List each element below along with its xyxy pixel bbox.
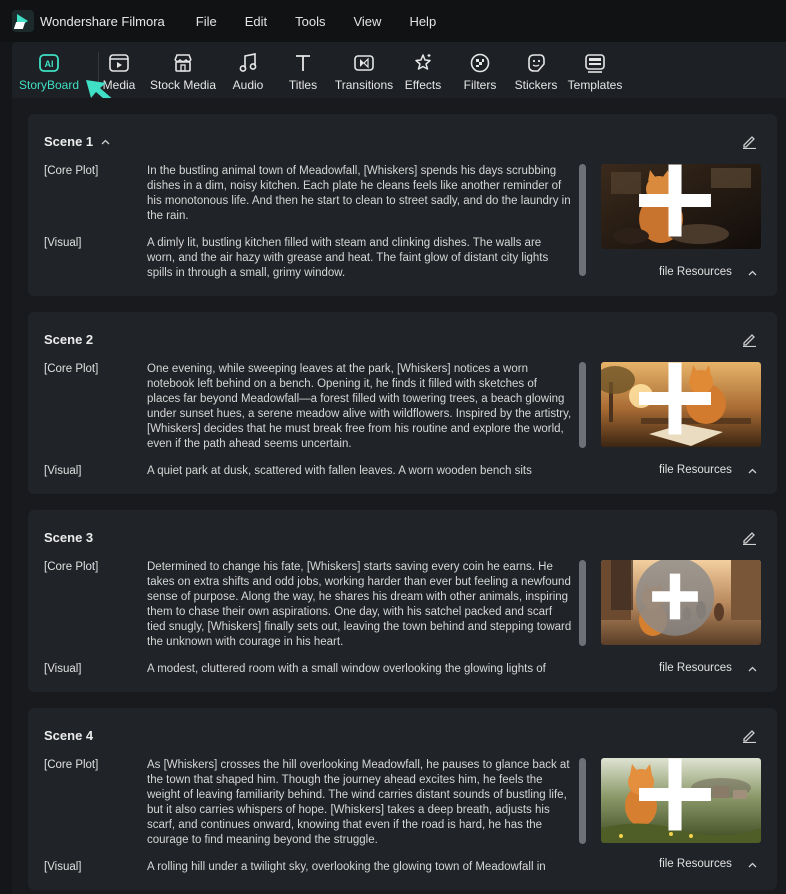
file-resources-label[interactable]: file Resources bbox=[659, 464, 732, 476]
menu-edit[interactable]: Edit bbox=[245, 14, 267, 29]
stock-media-icon bbox=[174, 54, 192, 72]
scene-thumbnail[interactable] bbox=[601, 758, 761, 843]
script-scrollbar[interactable] bbox=[579, 362, 586, 448]
add-media-plus-icon[interactable] bbox=[601, 362, 755, 441]
add-media-plus-icon[interactable] bbox=[601, 758, 755, 837]
scene-card-1: Scene 1 [Core Plot] In the bustling anim… bbox=[28, 114, 777, 296]
tab-stickers[interactable]: Stickers bbox=[514, 42, 558, 98]
scene-title[interactable]: Scene 3 bbox=[44, 530, 93, 545]
visual-row: [Visual] A modest, cluttered room with a… bbox=[44, 663, 546, 675]
transitions-icon bbox=[354, 55, 374, 71]
visual-row: [Visual] A rolling hill under a twilight… bbox=[44, 861, 546, 873]
scene-thumbnail[interactable] bbox=[601, 164, 761, 249]
tab-filters[interactable]: Filters bbox=[462, 42, 498, 98]
filmora-logo-icon bbox=[12, 10, 34, 32]
edit-pencil-icon[interactable] bbox=[742, 134, 757, 149]
core-plot-row: [Core Plot] In the bustling animal town … bbox=[44, 165, 571, 222]
titles-t-icon bbox=[296, 55, 310, 71]
storyboard-panel: Scene 1 [Core Plot] In the bustling anim… bbox=[12, 98, 786, 894]
tab-titles[interactable]: Titles bbox=[285, 42, 321, 98]
menu-bar: File Edit Tools View Help bbox=[196, 14, 464, 29]
filters-icon bbox=[470, 53, 490, 73]
tab-storyboard[interactable]: AI StoryBoard bbox=[18, 42, 80, 98]
scene-thumbnail[interactable] bbox=[601, 362, 761, 447]
edit-pencil-icon[interactable] bbox=[742, 530, 757, 545]
tab-templates[interactable]: Templates bbox=[567, 42, 623, 98]
script-scrollbar[interactable] bbox=[579, 164, 586, 276]
core-plot-row: [Core Plot] Determined to change his fat… bbox=[44, 561, 572, 648]
ai-storyboard-icon: AI bbox=[39, 54, 59, 72]
effects-icon bbox=[415, 54, 431, 70]
chevron-up-icon[interactable] bbox=[748, 862, 757, 868]
file-resources-label[interactable]: file Resources bbox=[659, 858, 732, 870]
core-plot-row: [Core Plot] One evening, while sweeping … bbox=[44, 363, 572, 450]
media-icon bbox=[109, 54, 129, 72]
file-resources-label[interactable]: file Resources bbox=[659, 266, 732, 278]
visual-row: [Visual] A dimly lit, bustling kitchen f… bbox=[44, 237, 549, 279]
add-media-plus-icon[interactable] bbox=[601, 560, 755, 639]
stickers-icon bbox=[528, 54, 545, 72]
chevron-up-icon[interactable] bbox=[748, 666, 757, 672]
scene-card-2: Scene 2 [Core Plot] One evening, while s… bbox=[28, 312, 777, 494]
menu-view[interactable]: View bbox=[353, 14, 381, 29]
scene-script[interactable]: [Core Plot] In the bustling animal town … bbox=[44, 164, 574, 282]
svg-text:AI: AI bbox=[45, 59, 54, 69]
tab-audio[interactable]: Audio bbox=[229, 42, 267, 98]
chevron-up-icon[interactable] bbox=[101, 139, 110, 145]
chevron-up-icon[interactable] bbox=[748, 270, 757, 276]
add-media-plus-icon[interactable] bbox=[601, 164, 755, 243]
audio-note-icon bbox=[239, 53, 257, 72]
core-plot-row: [Core Plot] As [Whiskers] crosses the hi… bbox=[44, 759, 570, 846]
tab-effects[interactable]: Effects bbox=[403, 42, 443, 98]
scene-title[interactable]: Scene 2 bbox=[44, 332, 93, 347]
script-scrollbar[interactable] bbox=[579, 758, 586, 844]
templates-icon bbox=[585, 54, 605, 73]
menu-help[interactable]: Help bbox=[409, 14, 436, 29]
scene-script[interactable]: [Core Plot] As [Whiskers] crosses the hi… bbox=[44, 758, 574, 876]
visual-row: [Visual] A quiet park at dusk, scattered… bbox=[44, 465, 532, 477]
menu-file[interactable]: File bbox=[196, 14, 217, 29]
scene-card-4: Scene 4 [Core Plot] As [Whiskers] crosse… bbox=[28, 708, 777, 890]
script-scrollbar[interactable] bbox=[579, 560, 586, 646]
scene-script[interactable]: [Core Plot] Determined to change his fat… bbox=[44, 560, 574, 678]
file-resources-label[interactable]: file Resources bbox=[659, 662, 732, 674]
scene-script[interactable]: [Core Plot] One evening, while sweeping … bbox=[44, 362, 574, 480]
chevron-up-icon[interactable] bbox=[748, 468, 757, 474]
scene-title[interactable]: Scene 1 bbox=[44, 134, 110, 149]
scene-card-3: Scene 3 [Core Plot] Determined to change… bbox=[28, 510, 777, 692]
edit-pencil-icon[interactable] bbox=[742, 332, 757, 347]
tab-stock-media[interactable]: Stock Media bbox=[149, 42, 217, 98]
scene-title[interactable]: Scene 4 bbox=[44, 728, 93, 743]
scene-thumbnail[interactable] bbox=[601, 560, 761, 645]
app-title: Wondershare Filmora bbox=[40, 13, 165, 29]
title-bar: Wondershare Filmora File Edit Tools View… bbox=[0, 0, 786, 42]
menu-tools[interactable]: Tools bbox=[295, 14, 325, 29]
edit-pencil-icon[interactable] bbox=[742, 728, 757, 743]
tab-transitions[interactable]: Transitions bbox=[334, 42, 394, 98]
